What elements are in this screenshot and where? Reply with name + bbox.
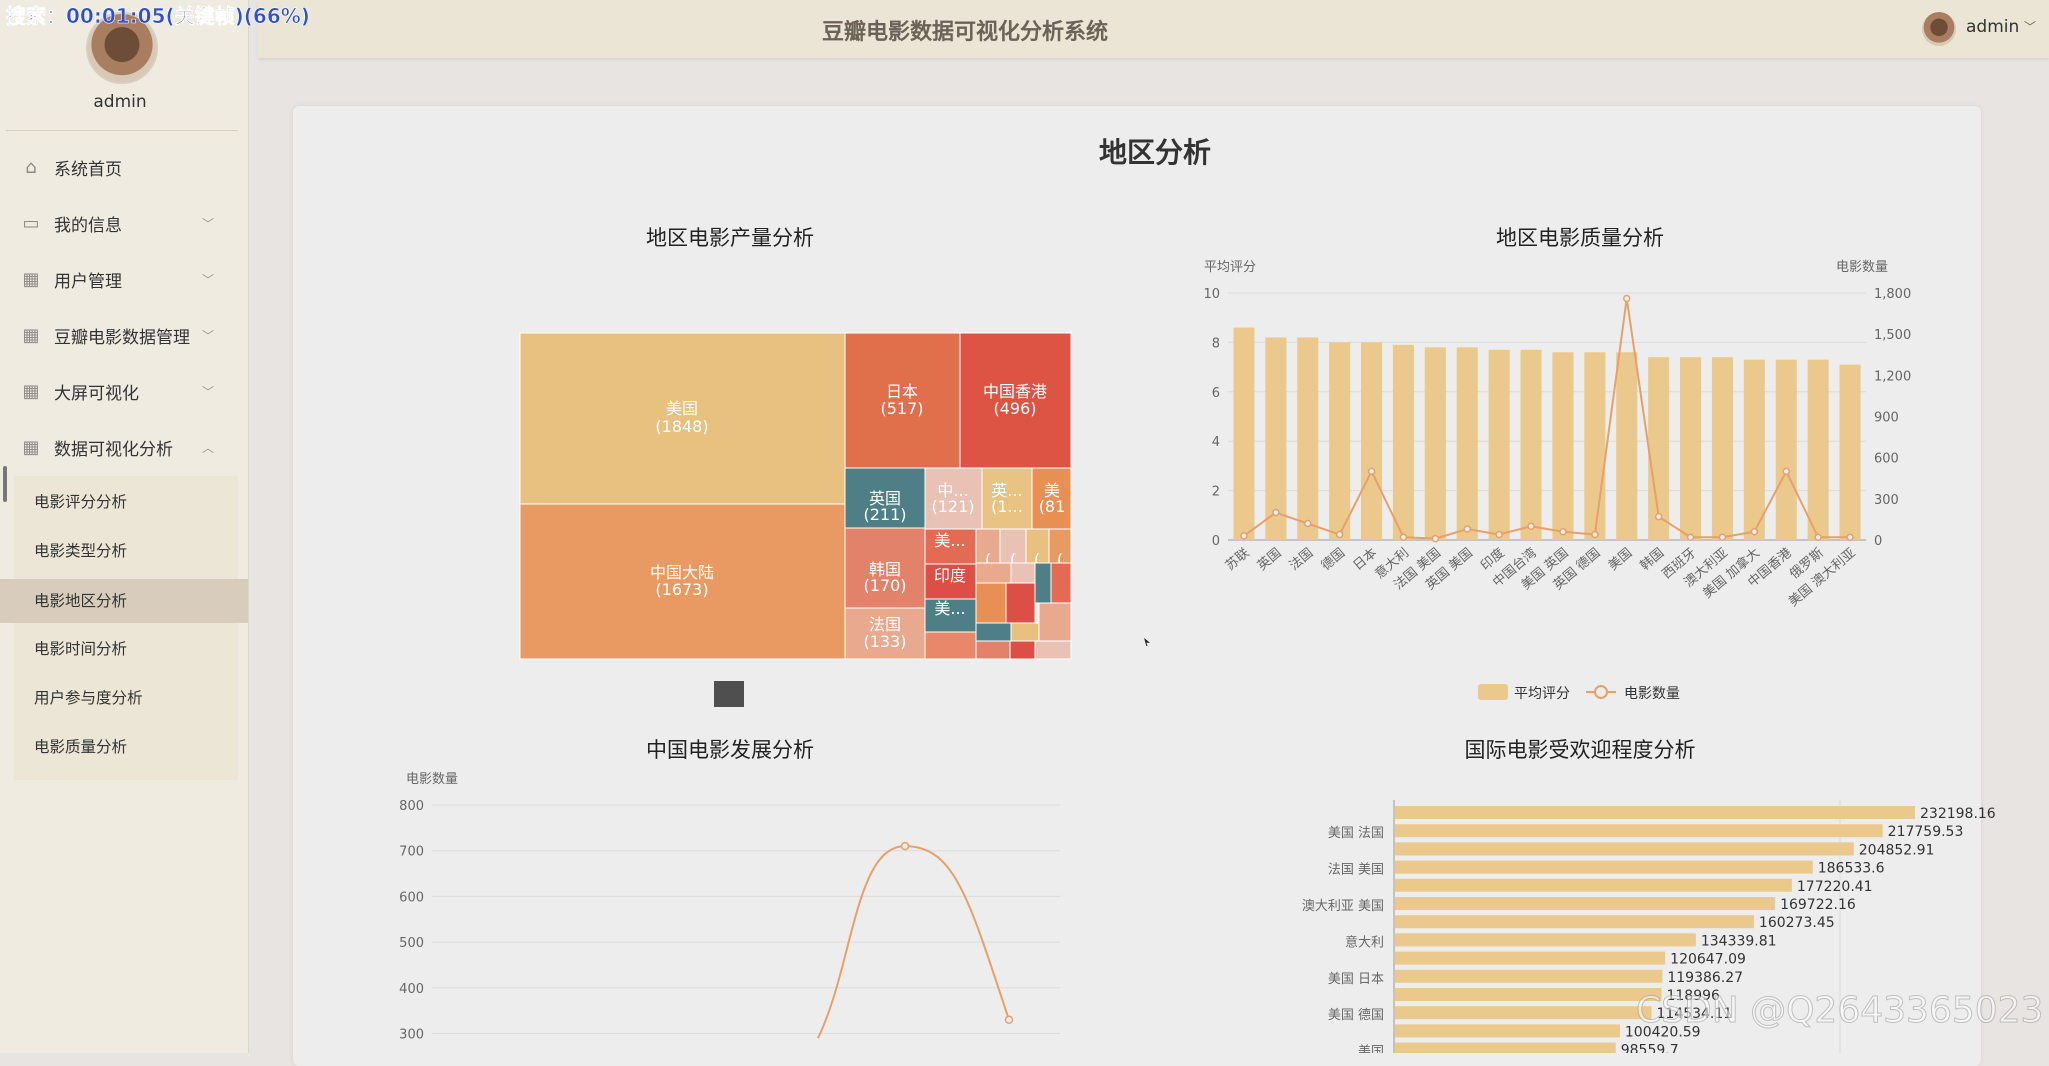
menu-item-label: 豆瓣电影数据管理 <box>54 327 190 348</box>
submenu-item-time[interactable]: 电影时间分析 <box>0 627 248 671</box>
sidebar-username: admin <box>93 92 147 112</box>
menu-item-movie-data[interactable]: ▦ 豆瓣电影数据管理 ﹀ <box>0 307 248 363</box>
menu-item-big-screen[interactable]: ▦ 大屏可视化 ﹀ <box>0 363 248 419</box>
grid-icon: ▦ <box>22 268 40 290</box>
header-avatar[interactable] <box>1922 12 1956 46</box>
submenu-item-engagement[interactable]: 用户参与度分析 <box>0 676 248 720</box>
id-card-icon: ▭ <box>22 212 40 234</box>
china-chart-title: 中国电影发展分析 <box>646 738 814 762</box>
video-overlay-text: 搜索：00:01:05(关键帧)(66%) <box>6 4 311 29</box>
submenu-item-genre[interactable]: 电影类型分析 <box>0 529 248 573</box>
menu-item-label: 用户管理 <box>54 271 122 292</box>
chevron-down-icon[interactable]: ﹀ <box>2024 18 2036 35</box>
menu-item-data-analysis[interactable]: ▦ 数据可视化分析 ︿ <box>0 419 248 475</box>
page-title: 地区分析 <box>1098 136 1211 169</box>
chevron-up-icon: ︿ <box>201 440 214 455</box>
treemap-title: 地区电影产量分析 <box>646 226 814 250</box>
grid-icon: ▦ <box>22 436 40 458</box>
submenu-item-rating[interactable]: 电影评分分析 <box>0 480 248 524</box>
grid-icon: ▦ <box>22 324 40 346</box>
menu-item-label: 数据可视化分析 <box>54 439 173 460</box>
chevron-down-icon: ﹀ <box>201 272 214 287</box>
menu-item-my-info[interactable]: ▭ 我的信息 ﹀ <box>0 195 248 251</box>
menu-item-user-manage[interactable]: ▦ 用户管理 ﹀ <box>0 251 248 307</box>
intl-chart-title: 国际电影受欢迎程度分析 <box>1464 738 1696 762</box>
submenu-item-quality[interactable]: 电影质量分析 <box>0 725 248 769</box>
quality-chart-title: 地区电影质量分析 <box>1496 226 1664 250</box>
chevron-down-icon: ﹀ <box>201 384 214 399</box>
watermark: CSDN @Q2643365023 <box>1635 990 2044 1032</box>
header-username[interactable]: admin <box>1966 17 2019 37</box>
submenu-item-region[interactable]: 电影地区分析 <box>0 579 248 623</box>
menu-item-label: 我的信息 <box>54 215 122 236</box>
chevron-down-icon: ﹀ <box>201 328 214 343</box>
chevron-down-icon: ﹀ <box>201 216 214 231</box>
menu-item-label: 大屏可视化 <box>54 383 139 404</box>
main-card <box>293 106 1981 1066</box>
grid-icon: ▦ <box>22 380 40 402</box>
